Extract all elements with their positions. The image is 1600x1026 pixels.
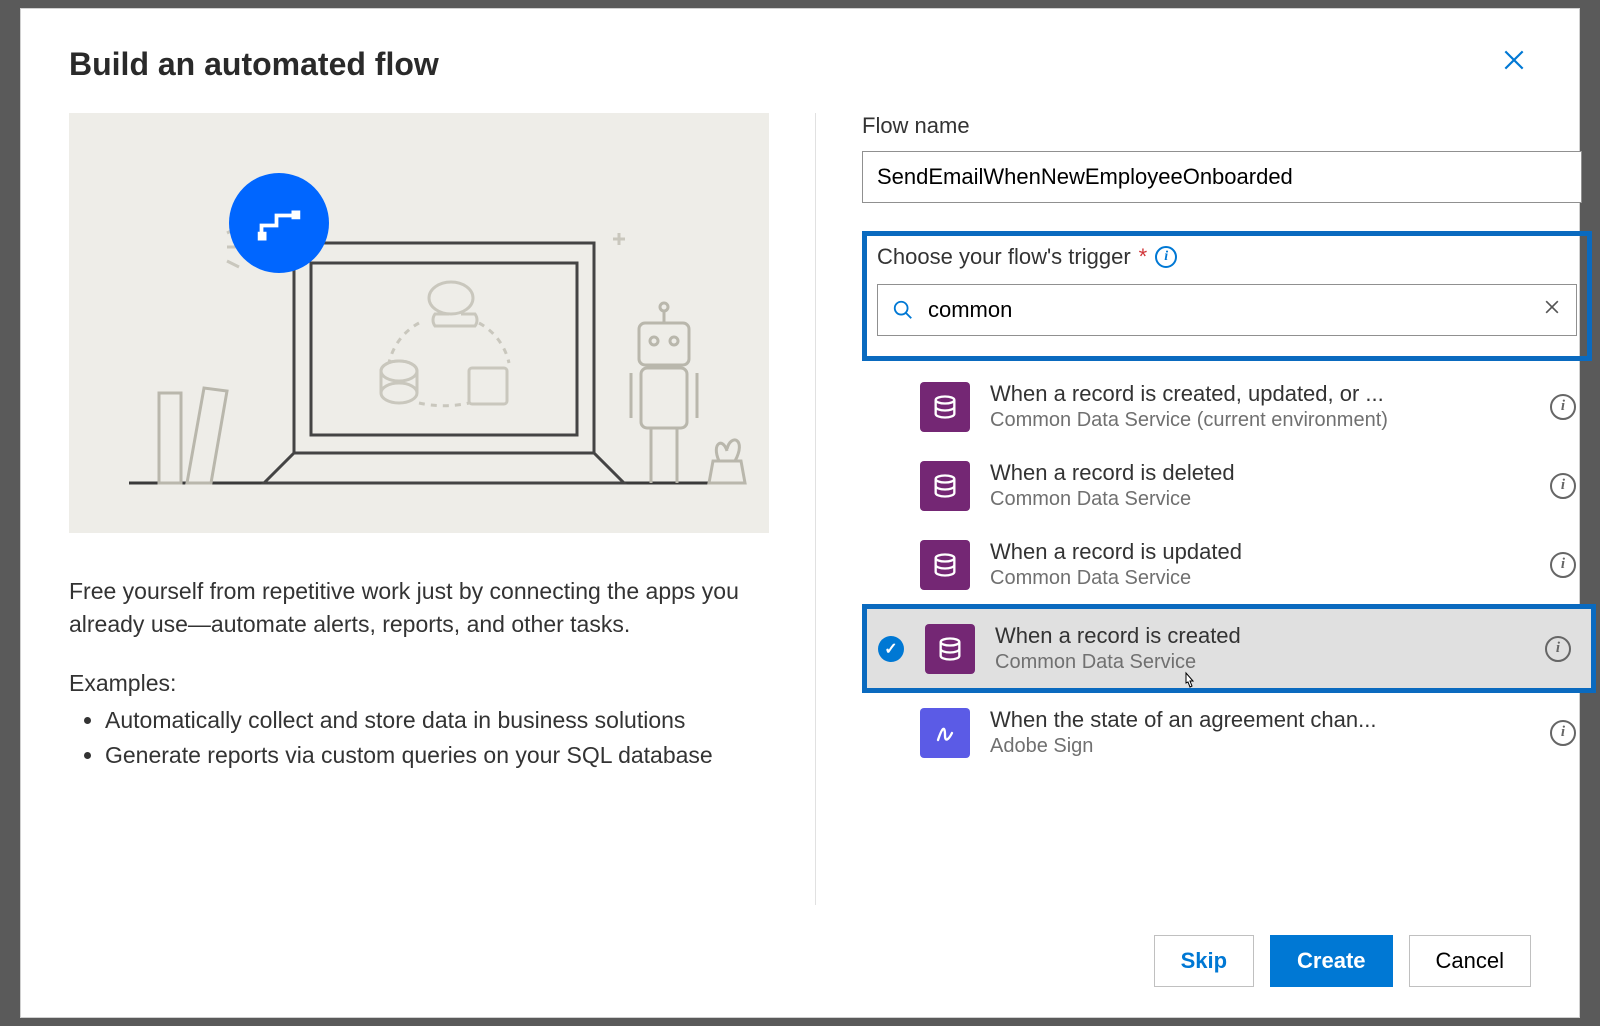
trigger-title: When a record is deleted — [990, 460, 1534, 486]
trigger-radio[interactable] — [872, 719, 900, 747]
trigger-info-icon[interactable]: i — [1550, 720, 1576, 746]
examples-list: Automatically collect and store data in … — [69, 703, 769, 774]
dialog-title: Build an automated flow — [69, 46, 439, 83]
trigger-item[interactable]: When a record is updated Common Data Ser… — [862, 525, 1596, 604]
trigger-title: When the state of an agreement chan... — [990, 707, 1534, 733]
illustration — [69, 113, 769, 533]
example-item: Generate reports via custom queries on y… — [105, 738, 769, 774]
trigger-subtitle: Common Data Service — [990, 488, 1534, 511]
trigger-subtitle: Adobe Sign — [990, 735, 1534, 758]
trigger-radio[interactable] — [872, 472, 900, 500]
trigger-info-icon[interactable]: i — [1550, 473, 1576, 499]
close-icon[interactable] — [1497, 43, 1531, 85]
trigger-title: When a record is created — [995, 623, 1529, 649]
trigger-radio[interactable] — [872, 393, 900, 421]
trigger-search-input[interactable] — [926, 296, 1542, 324]
flow-badge-icon — [229, 173, 329, 273]
cds-icon — [920, 540, 970, 590]
trigger-subtitle: Common Data Service — [990, 567, 1534, 590]
check-icon: ✓ — [878, 636, 904, 662]
trigger-search-box[interactable] — [877, 284, 1577, 336]
column-divider — [815, 113, 816, 905]
search-icon — [892, 299, 914, 321]
trigger-highlight-box: Choose your flow's trigger * i — [862, 231, 1592, 361]
skip-button[interactable]: Skip — [1154, 935, 1254, 987]
trigger-item[interactable]: When a record is created, updated, or ..… — [862, 367, 1596, 446]
cds-icon — [920, 461, 970, 511]
trigger-subtitle: Common Data Service (current environment… — [990, 409, 1534, 432]
dialog-header: Build an automated flow — [21, 9, 1579, 95]
trigger-item[interactable]: When a record is deleted Common Data Ser… — [862, 446, 1596, 525]
adobe-sign-icon — [920, 708, 970, 758]
dialog-description: Free yourself from repetitive work just … — [69, 575, 769, 642]
trigger-info-icon[interactable]: i — [1545, 636, 1571, 662]
cds-icon — [925, 624, 975, 674]
required-indicator: * — [1139, 244, 1148, 270]
trigger-title: When a record is created, updated, or ..… — [990, 381, 1534, 407]
dialog-footer: Skip Create Cancel — [21, 915, 1579, 1017]
left-column: Free yourself from repetitive work just … — [69, 113, 769, 905]
right-column: Flow name Choose your flow's trigger * i — [862, 113, 1531, 905]
flow-name-input[interactable] — [862, 151, 1582, 203]
trigger-list: When a record is created, updated, or ..… — [862, 367, 1596, 772]
trigger-radio[interactable]: ✓ — [877, 635, 905, 663]
trigger-label: Choose your flow's trigger — [877, 244, 1131, 270]
info-icon[interactable]: i — [1155, 246, 1177, 268]
cds-icon — [920, 382, 970, 432]
examples-label: Examples: — [69, 670, 769, 697]
build-automated-flow-dialog: Build an automated flow — [20, 8, 1580, 1018]
trigger-info-icon[interactable]: i — [1550, 394, 1576, 420]
trigger-info-icon[interactable]: i — [1550, 552, 1576, 578]
trigger-item-selected[interactable]: ✓ When a record is created Common Data S… — [862, 604, 1596, 693]
example-item: Automatically collect and store data in … — [105, 703, 769, 739]
trigger-title: When a record is updated — [990, 539, 1534, 565]
clear-search-icon[interactable] — [1542, 296, 1562, 324]
trigger-subtitle: Common Data Service — [995, 651, 1529, 674]
flow-name-label: Flow name — [862, 113, 1531, 139]
create-button[interactable]: Create — [1270, 935, 1392, 987]
cancel-button[interactable]: Cancel — [1409, 935, 1531, 987]
trigger-radio[interactable] — [872, 551, 900, 579]
trigger-item[interactable]: When the state of an agreement chan... A… — [862, 693, 1596, 772]
